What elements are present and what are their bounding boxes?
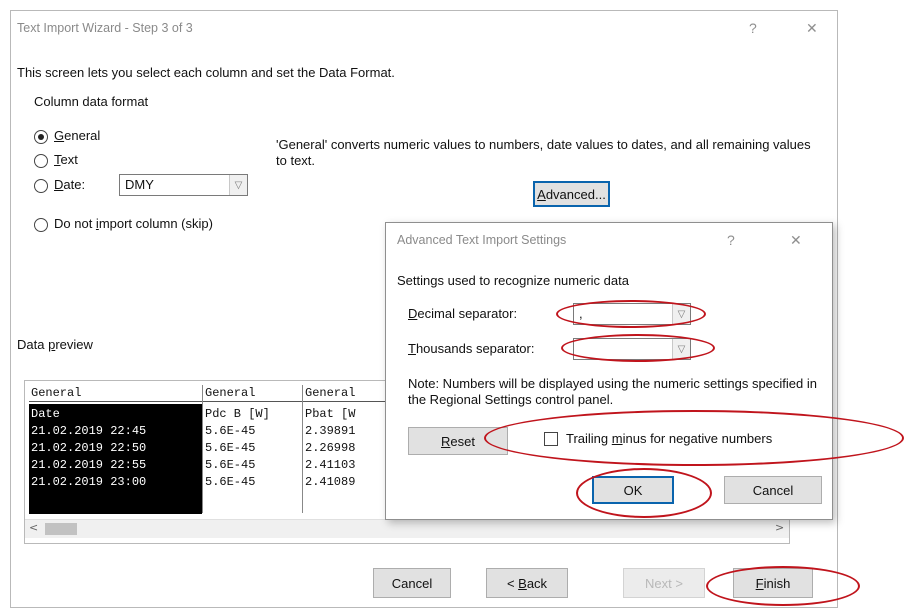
numeric-settings-heading: Settings used to recognize numeric data <box>397 273 629 288</box>
thousands-separator-select[interactable]: ▽ <box>573 338 691 360</box>
reset-button-label: Reset <box>441 433 475 449</box>
scroll-right-icon[interactable]: > <box>775 521 784 534</box>
radio-date-dot[interactable] <box>34 179 48 193</box>
horizontal-scrollbar[interactable]: < > <box>25 519 789 538</box>
regional-settings-note: Note: Numbers will be displayed using th… <box>408 376 817 407</box>
table-cell: Pdc B [W] <box>205 407 270 421</box>
table-cell: Date <box>29 407 202 422</box>
column-divider <box>202 385 203 513</box>
finish-button-label: Finish <box>755 575 791 591</box>
radio-general-dot[interactable] <box>34 130 48 144</box>
date-format-value: DMY <box>125 177 154 192</box>
advanced-cancel-button[interactable]: Cancel <box>724 476 822 504</box>
advanced-dialog-title: Advanced Text Import Settings <box>397 233 567 247</box>
trailing-minus-checkbox[interactable] <box>544 432 558 446</box>
trailing-minus-label: Trailing minus for negative numbers <box>566 431 773 446</box>
table-cell: 5.6E-45 <box>205 475 256 489</box>
column-divider <box>302 385 303 513</box>
back-button-label: < Back <box>506 575 548 591</box>
chevron-down-icon[interactable]: ▽ <box>672 339 690 359</box>
ok-button[interactable]: OK <box>592 476 674 504</box>
radio-text[interactable]: Text <box>34 152 144 170</box>
table-cell: 21.02.2019 23:00 <box>29 475 202 490</box>
data-preview-label: Data preview <box>17 337 93 352</box>
radio-text-label: Text <box>54 152 78 167</box>
radio-text-dot[interactable] <box>34 154 48 168</box>
column-format-heading: Column data format <box>34 94 149 109</box>
radio-skip-label: Do not import column (skip) <box>54 216 213 231</box>
advanced-settings-dialog: Advanced Text Import Settings ? ✕ Settin… <box>385 222 833 520</box>
decimal-separator-value: , <box>579 306 583 321</box>
next-button[interactable]: Next > <box>623 568 705 598</box>
radio-date-label: Date: <box>54 177 86 192</box>
advanced-button-label: Advanced... <box>537 186 606 202</box>
thousands-separator-label: Thousands separator: <box>408 341 535 356</box>
advanced-help-button[interactable]: ? <box>727 232 735 248</box>
trailing-minus-option[interactable]: Trailing minus for negative numbers <box>544 431 824 449</box>
table-cell: 5.6E-45 <box>205 441 256 455</box>
table-cell: 21.02.2019 22:55 <box>29 458 202 473</box>
advanced-close-button[interactable]: ✕ <box>790 232 802 249</box>
close-button[interactable]: ✕ <box>806 20 818 37</box>
radio-date[interactable]: Date: <box>34 177 114 195</box>
decimal-separator-label: Decimal separator: <box>408 306 518 321</box>
radio-skip[interactable]: Do not import column (skip) <box>34 216 274 234</box>
scrollbar-thumb[interactable] <box>45 523 77 535</box>
chevron-down-icon[interactable]: ▽ <box>672 304 690 324</box>
reset-button[interactable]: Reset <box>408 427 508 455</box>
advanced-button[interactable]: Advanced... <box>533 181 610 207</box>
scroll-left-icon[interactable]: < <box>29 521 38 534</box>
column-header-1[interactable]: General <box>29 385 203 402</box>
finish-button[interactable]: Finish <box>733 568 813 598</box>
format-description: 'General' converts numeric values to num… <box>276 137 811 168</box>
decimal-separator-select[interactable]: , ▽ <box>573 303 691 325</box>
wizard-title: Text Import Wizard - Step 3 of 3 <box>17 21 193 35</box>
help-button[interactable]: ? <box>749 20 757 36</box>
table-cell: 5.6E-45 <box>205 458 256 472</box>
table-cell: 21.02.2019 22:50 <box>29 441 202 456</box>
radio-skip-dot[interactable] <box>34 218 48 232</box>
table-cell: 21.02.2019 22:45 <box>29 424 202 439</box>
intro-text: This screen lets you select each column … <box>17 65 395 80</box>
table-cell: 5.6E-45 <box>205 424 256 438</box>
column-header-2[interactable]: General <box>203 385 303 402</box>
chevron-down-icon[interactable]: ▽ <box>229 175 247 195</box>
radio-general[interactable]: General <box>34 128 144 146</box>
date-format-select[interactable]: DMY ▽ <box>119 174 248 196</box>
back-button[interactable]: < Back <box>486 568 568 598</box>
cancel-button[interactable]: Cancel <box>373 568 451 598</box>
radio-general-label: General <box>54 128 101 143</box>
